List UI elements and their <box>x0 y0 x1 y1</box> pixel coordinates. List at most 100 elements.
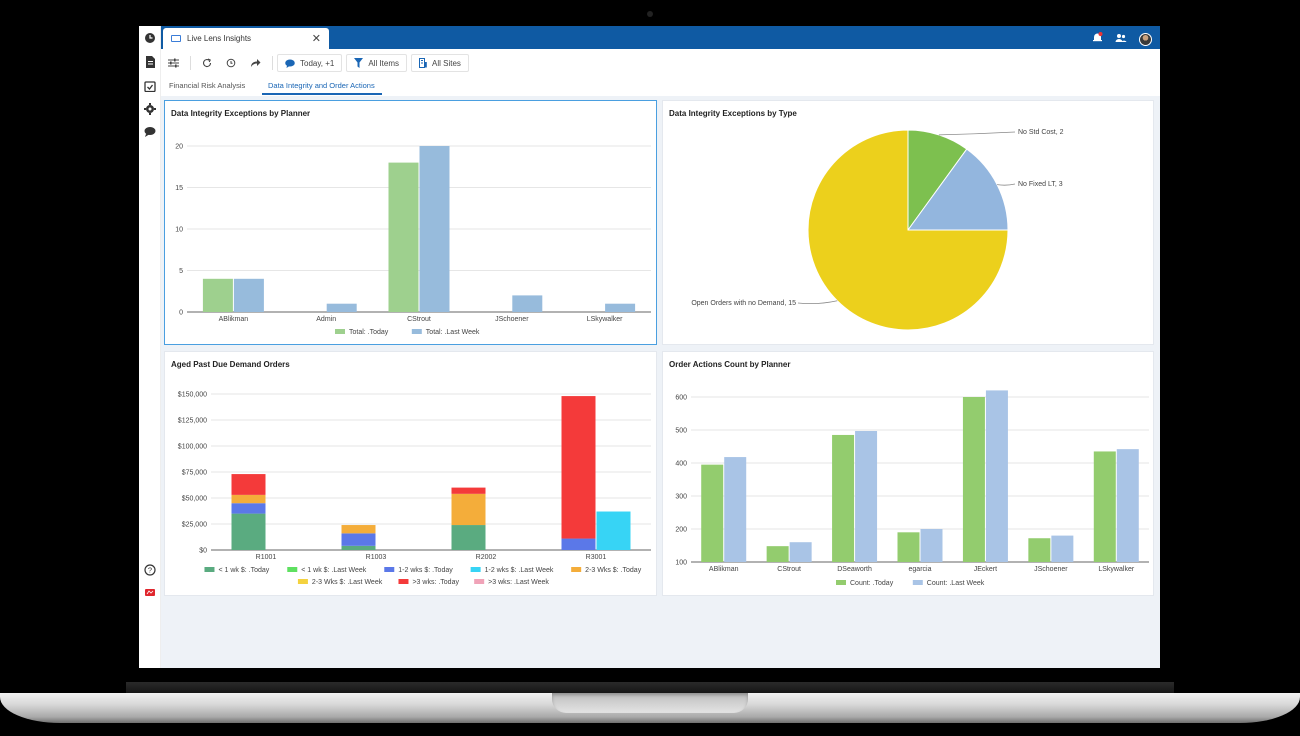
calendar-check-icon[interactable] <box>143 79 157 93</box>
sliders-icon <box>168 58 179 68</box>
bar-r3001-1-2-wks-last-week[interactable] <box>596 511 631 550</box>
app-icon <box>171 35 181 42</box>
history-button[interactable] <box>219 54 243 72</box>
close-tab-button[interactable]: ✕ <box>312 32 321 45</box>
y-tick-label: 300 <box>675 494 687 501</box>
bar-r2002-3-wks-today[interactable] <box>451 487 486 494</box>
chat-icon[interactable] <box>143 125 157 139</box>
legend-swatch <box>398 579 409 584</box>
bar-r1001-1-wk-today[interactable] <box>231 513 266 550</box>
y-tick-label: 0 <box>179 310 183 317</box>
y-tick-label: $50,000 <box>182 496 207 503</box>
bar-jeckert-count-last-week[interactable] <box>985 390 1008 562</box>
clock-icon[interactable] <box>143 31 157 45</box>
panel-exceptions-by-type[interactable]: Data Integrity Exceptions by Type No Std… <box>662 100 1154 345</box>
date-filter-chip[interactable]: Today, +1 <box>277 54 343 72</box>
pie-leader-line <box>797 300 838 305</box>
bar-lskywalker-total-last-week[interactable] <box>605 303 636 312</box>
sites-filter-chip[interactable]: All Sites <box>411 54 469 72</box>
refresh-button[interactable] <box>195 54 219 72</box>
y-tick-label: $25,000 <box>182 522 207 529</box>
bar-r1001-2-3-wks-today[interactable] <box>231 494 266 504</box>
help-icon[interactable]: ? <box>143 563 157 577</box>
refresh-icon <box>203 58 212 68</box>
panel-order-actions[interactable]: Order Actions Count by Planner 100 200 300… <box>662 351 1154 596</box>
items-filter-label: All Items <box>368 58 399 68</box>
users-icon[interactable] <box>1115 30 1127 48</box>
bar-r2002-2-3-wks-today[interactable] <box>451 493 486 526</box>
legend-label[interactable]: 1-2 wks $: .Last Week <box>485 567 554 574</box>
chart-exceptions-by-type: No Std Cost, 2 No Fixed LT, 3 Open Orders … <box>691 129 1064 331</box>
left-nav-rail: ? <box>139 26 161 668</box>
bar-cstrout-count-last-week[interactable] <box>789 542 812 562</box>
share-button[interactable] <box>243 54 268 72</box>
settings-sliders-button[interactable] <box>161 54 186 72</box>
bar-cstrout-total-today[interactable] <box>388 162 419 312</box>
legend-label[interactable]: < 1 wk $: .Last Week <box>301 567 367 574</box>
bar-r1001-1-2-wks-today[interactable] <box>231 503 266 514</box>
filter-icon <box>354 58 364 68</box>
legend-label[interactable]: >3 wks: .Today <box>412 579 459 586</box>
app-screen: ? Live Lens Insights ✕ Today, +1 All Ite… <box>139 26 1160 668</box>
legend-label[interactable]: < 1 wk $: .Today <box>218 567 269 574</box>
bar-r1003-1-wk-today[interactable] <box>341 545 376 550</box>
y-tick-label: 100 <box>675 560 687 567</box>
bar-dseaworth-count-today[interactable] <box>832 434 855 562</box>
document-icon[interactable] <box>143 55 157 69</box>
x-tick-label: egarcia <box>909 566 932 573</box>
bar-r3001-1-2-wks-today[interactable] <box>561 538 596 550</box>
bar-ablikman-count-today[interactable] <box>701 464 724 562</box>
bar-egarcia-count-last-week[interactable] <box>920 529 943 562</box>
bar-r1003-2-3-wks-today[interactable] <box>341 525 376 534</box>
bar-jschoener-total-last-week[interactable] <box>512 295 543 312</box>
bar-egarcia-count-today[interactable] <box>897 532 920 562</box>
legend-label[interactable]: 2-3 Wks $: .Last Week <box>312 579 383 586</box>
bar-cstrout-count-today[interactable] <box>766 546 789 562</box>
tab-data-integrity-order-actions[interactable]: Data Integrity and Order Actions <box>268 81 375 90</box>
legend-label[interactable]: 2-3 Wks $: .Today <box>585 567 642 574</box>
legend-swatch <box>411 329 422 334</box>
user-avatar[interactable] <box>1139 32 1152 46</box>
x-tick-label: DSeaworth <box>837 566 872 573</box>
bar-r1003-1-2-wks-today[interactable] <box>341 533 376 546</box>
laptop-notch <box>552 693 748 713</box>
notifications-icon[interactable] <box>1092 30 1103 48</box>
bar-jschoener-count-today[interactable] <box>1028 538 1051 562</box>
x-tick-label: CStrout <box>777 566 801 573</box>
x-tick-label: CStrout <box>407 316 431 323</box>
legend-swatch <box>297 579 308 584</box>
bar-lskywalker-count-today[interactable] <box>1093 451 1116 562</box>
y-tick-label: $0 <box>199 548 207 555</box>
legend-label[interactable]: Total: .Last Week <box>426 329 480 336</box>
bar-admin-total-last-week[interactable] <box>326 303 357 312</box>
bar-jschoener-count-last-week[interactable] <box>1051 535 1074 562</box>
bar-lskywalker-count-last-week[interactable] <box>1116 449 1139 562</box>
items-filter-chip[interactable]: All Items <box>346 54 407 72</box>
legend-label[interactable]: 1-2 wks $: .Today <box>398 567 453 574</box>
date-filter-label: Today, +1 <box>300 58 335 68</box>
tab-live-lens-insights[interactable]: Live Lens Insights ✕ <box>163 28 329 49</box>
bar-jeckert-count-today[interactable] <box>962 397 985 562</box>
legend-label[interactable]: Count: .Last Week <box>927 580 985 587</box>
bar-cstrout-total-last-week[interactable] <box>419 146 450 312</box>
bar-ablikman-count-last-week[interactable] <box>724 457 747 562</box>
bar-r3001-3-wks-today[interactable] <box>561 396 596 539</box>
legend-label[interactable]: >3 wks: .Last Week <box>488 579 549 586</box>
legend-label[interactable]: Total: .Today <box>349 329 389 336</box>
panel-exceptions-by-planner[interactable]: Data Integrity Exceptions by Planner 051… <box>164 100 657 345</box>
pie-leader-line <box>997 183 1016 186</box>
site-icon <box>419 58 427 68</box>
comment-icon <box>285 59 295 68</box>
bar-r1001-3-wks-today[interactable] <box>231 474 266 495</box>
tab-financial-risk-analysis[interactable]: Financial Risk Analysis <box>169 81 245 90</box>
bar-ablikman-total-last-week[interactable] <box>233 278 264 312</box>
y-tick-label: 600 <box>675 395 687 402</box>
panel-aged-past-due[interactable]: Aged Past Due Demand Orders $0 $25,000 $50… <box>164 351 657 596</box>
x-tick-label: R3001 <box>586 554 607 561</box>
gear-icon[interactable] <box>143 102 157 116</box>
legend-label[interactable]: Count: .Today <box>850 580 894 587</box>
bar-ablikman-total-today[interactable] <box>202 278 233 312</box>
bar-dseaworth-count-last-week[interactable] <box>855 430 878 562</box>
title-bar: Live Lens Insights ✕ <box>161 26 1160 49</box>
bar-r2002-1-wk-today[interactable] <box>451 525 486 550</box>
